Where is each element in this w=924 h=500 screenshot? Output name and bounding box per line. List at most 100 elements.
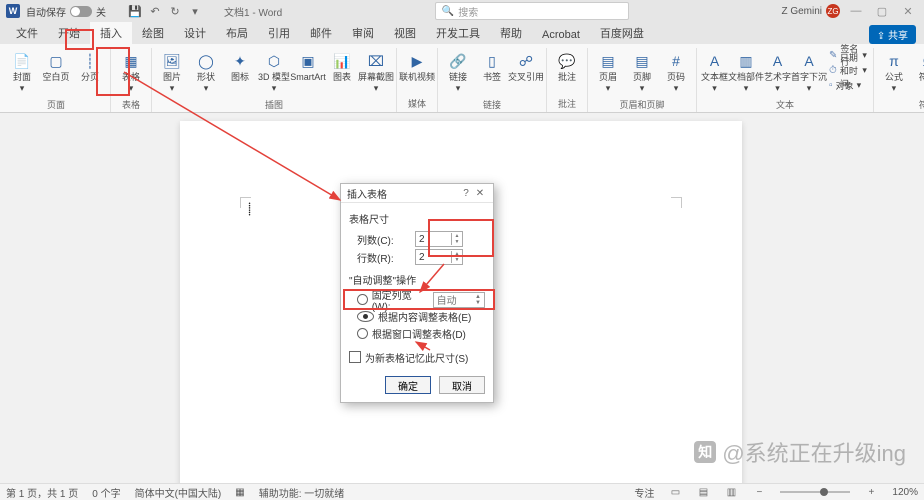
- ribbon-btn-艺术字[interactable]: A艺术字▾: [764, 48, 791, 96]
- ribbon-btn-文档部件[interactable]: ▥文档部件▾: [730, 48, 762, 96]
- ribbon-btn-页眉[interactable]: ▤页眉▾: [592, 48, 624, 96]
- zoom-level[interactable]: 120%: [892, 487, 918, 498]
- page-count[interactable]: 第 1 页，共 1 页: [6, 485, 78, 500]
- ribbon-btn-label: 空白页: [42, 72, 69, 83]
- zoom-slider[interactable]: [780, 491, 850, 493]
- tab-插入[interactable]: 插入: [90, 22, 132, 44]
- minimize-icon[interactable]: —: [846, 5, 866, 17]
- word-count[interactable]: 0 个字: [92, 485, 120, 500]
- tab-开发工具[interactable]: 开发工具: [426, 22, 490, 44]
- tab-文件[interactable]: 文件: [6, 22, 48, 44]
- radio-fixed-width[interactable]: 固定列宽(W): 自动 ▲▼: [349, 291, 485, 308]
- ribbon-btn-SmartArt[interactable]: ▣SmartArt: [292, 48, 324, 85]
- search-box[interactable]: 🔍 搜索: [435, 2, 629, 20]
- ribbon-btn-首字下沉[interactable]: A首字下沉▾: [793, 48, 825, 96]
- ribbon-btn-图片[interactable]: 🖼图片▾: [156, 48, 188, 96]
- ribbon-btn-label: 书签: [483, 72, 501, 83]
- ribbon-btn-符号[interactable]: Ω符号▾: [912, 48, 924, 96]
- cancel-button[interactable]: 取消: [439, 376, 485, 394]
- close-icon[interactable]: ✕: [898, 5, 918, 18]
- chevron-down-icon: ▾: [606, 83, 611, 94]
- rows-input[interactable]: 2 ▲▼: [415, 249, 463, 265]
- group-label: 批注: [558, 95, 576, 112]
- ribbon-btn-文本框[interactable]: A文本框▾: [701, 48, 728, 96]
- ok-button[interactable]: 确定: [385, 376, 431, 394]
- redo-icon[interactable]: ↻: [168, 4, 182, 18]
- tab-布局[interactable]: 布局: [216, 22, 258, 44]
- spinner-arrows[interactable]: ▲▼: [475, 294, 481, 306]
- read-mode-icon[interactable]: ▭: [668, 487, 682, 498]
- user-account[interactable]: Z Gemini ZG: [781, 4, 840, 18]
- radio-autofit-window[interactable]: 根据窗口调整表格(D): [349, 325, 485, 342]
- fixed-width-value: 自动: [437, 292, 457, 307]
- ribbon-btn-表格[interactable]: ▦表格▾: [115, 48, 147, 96]
- spinner-arrows[interactable]: ▲▼: [451, 251, 462, 263]
- section-autofit: "自动调整"操作: [349, 272, 485, 287]
- radio-autofit-content[interactable]: 根据内容调整表格(E): [349, 308, 485, 325]
- ribbon-btn-图表[interactable]: 📊图表: [326, 48, 358, 85]
- watermark-text: @系统正在升级ing: [722, 436, 906, 468]
- web-layout-icon[interactable]: ▥: [724, 487, 738, 498]
- ribbon-btn-屏幕截图[interactable]: ⌧屏幕截图▾: [360, 48, 392, 96]
- ribbon-btn-图标[interactable]: ✦图标: [224, 48, 256, 85]
- close-icon[interactable]: ✕: [473, 188, 487, 199]
- share-button[interactable]: ⇪ 共享: [869, 25, 916, 44]
- zoom-in-icon[interactable]: +: [864, 487, 878, 498]
- ribbon-btn-书签[interactable]: ▯书签: [476, 48, 508, 85]
- save-icon[interactable]: 💾: [128, 4, 142, 18]
- radio-window-label: 根据窗口调整表格(D): [372, 326, 466, 341]
- tab-开始[interactable]: 开始: [48, 22, 90, 44]
- tab-引用[interactable]: 引用: [258, 22, 300, 44]
- tab-帮助[interactable]: 帮助: [490, 22, 532, 44]
- ribbon-btn-链接[interactable]: 🔗链接▾: [442, 48, 474, 96]
- chevron-down-icon: ▾: [374, 83, 379, 94]
- chevron-down-icon: ▾: [456, 83, 461, 94]
- ribbon-btn-封面[interactable]: 📄封面▾: [6, 48, 38, 96]
- restore-icon[interactable]: ▢: [872, 5, 892, 18]
- focus-mode[interactable]: 专注: [634, 485, 654, 500]
- qat-dropdown-icon[interactable]: ▾: [188, 4, 202, 18]
- help-icon[interactable]: ?: [459, 188, 473, 199]
- search-icon: 🔍: [442, 6, 454, 17]
- radio-icon: [357, 294, 368, 305]
- ribbon-btn-label: 文档部件: [728, 72, 764, 83]
- ribbon-btn-label: 符号: [919, 72, 924, 83]
- ribbon-btn-页脚[interactable]: ▤页脚▾: [626, 48, 658, 96]
- tab-审阅[interactable]: 审阅: [342, 22, 384, 44]
- print-layout-icon[interactable]: ▤: [696, 487, 710, 498]
- fixed-width-select[interactable]: 自动 ▲▼: [433, 292, 485, 308]
- ribbon-btn-交叉引用[interactable]: ☍交叉引用: [510, 48, 542, 85]
- tab-视图[interactable]: 视图: [384, 22, 426, 44]
- accessibility[interactable]: 辅助功能: 一切就绪: [259, 485, 345, 500]
- ribbon-mini-日期和时间[interactable]: ⏱日期和时间 ▾: [829, 63, 867, 77]
- remember-checkbox[interactable]: 为新表格记忆此尺寸(S): [349, 348, 485, 366]
- ribbon-btn-分页[interactable]: ┊分页: [74, 48, 106, 85]
- ribbon-group-链接: 🔗链接▾▯书签☍交叉引用链接: [438, 48, 547, 112]
- 页码-icon: #: [665, 50, 687, 72]
- language[interactable]: 简体中文(中国大陆): [135, 485, 222, 500]
- tab-设计[interactable]: 设计: [174, 22, 216, 44]
- ribbon-mini-对象[interactable]: ▫对象 ▾: [829, 78, 867, 92]
- ribbon-btn-label: 公式: [885, 72, 903, 83]
- spinner-arrows[interactable]: ▲▼: [451, 233, 462, 245]
- zoom-out-icon[interactable]: −: [752, 487, 766, 498]
- tab-Acrobat[interactable]: Acrobat: [532, 26, 590, 44]
- group-label: 符号: [919, 96, 924, 113]
- autosave-toggle[interactable]: 自动保存 关: [26, 4, 106, 19]
- tab-绘图[interactable]: 绘图: [132, 22, 174, 44]
- toggle-switch[interactable]: [70, 6, 92, 17]
- ribbon-btn-页码[interactable]: #页码▾: [660, 48, 692, 96]
- tab-百度网盘[interactable]: 百度网盘: [590, 22, 654, 44]
- undo-icon[interactable]: ↶: [148, 4, 162, 18]
- tab-邮件[interactable]: 邮件: [300, 22, 342, 44]
- ribbon-btn-形状[interactable]: ◯形状▾: [190, 48, 222, 96]
- ribbon-btn-空白页[interactable]: ▢空白页: [40, 48, 72, 85]
- ribbon-btn-label: 批注: [558, 72, 576, 83]
- ribbon-btn-公式[interactable]: π公式▾: [878, 48, 910, 96]
- ribbon-group-文本: A文本框▾▥文档部件▾A艺术字▾A首字下沉▾✎签名行 ▾⏱日期和时间 ▾▫对象 …: [697, 48, 874, 112]
- ribbon-btn-批注[interactable]: 💬批注: [551, 48, 583, 85]
- columns-input[interactable]: 2 ▲▼: [415, 231, 463, 247]
- app-icon: W: [6, 4, 20, 18]
- ribbon-btn-3D 模型[interactable]: ⬡3D 模型▾: [258, 48, 290, 96]
- ribbon-btn-联机视频[interactable]: ▶联机视频: [401, 48, 433, 85]
